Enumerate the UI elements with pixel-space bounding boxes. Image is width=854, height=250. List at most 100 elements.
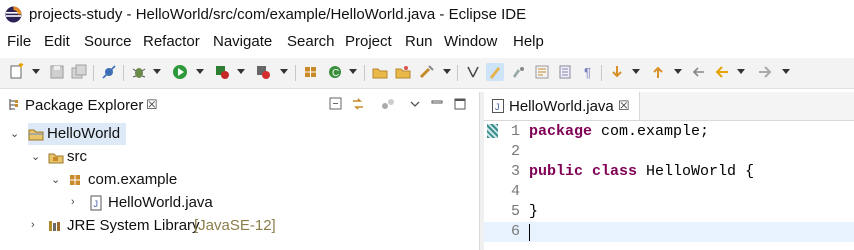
code-line[interactable]: 4 (484, 182, 854, 202)
chevron-down-icon[interactable]: ⌄ (31, 150, 41, 163)
skip-breakpoints-icon[interactable] (100, 63, 118, 81)
debug-icon[interactable] (130, 63, 148, 81)
maximize-icon[interactable] (452, 96, 468, 112)
menu-help[interactable]: Help (513, 33, 544, 50)
svg-text:C: C (332, 68, 339, 79)
save-all-icon[interactable] (70, 63, 88, 81)
new-java-class-icon[interactable]: C (326, 63, 344, 81)
src-label: src (67, 148, 87, 165)
open-type-icon[interactable] (371, 63, 389, 81)
tree-item-file[interactable]: › J HelloWorld.java (0, 192, 478, 214)
chevron-down-icon[interactable]: ⌄ (10, 127, 20, 140)
line-number: 2 (510, 143, 520, 160)
menu-run[interactable]: Run (405, 33, 433, 50)
close-icon[interactable]: ☒ (146, 97, 158, 113)
tree-item-package[interactable]: ⌄ com.example (0, 169, 478, 191)
window-title: projects-study - HelloWorld/src/com/exam… (29, 6, 527, 23)
package-explorer-icon (8, 98, 21, 111)
link-with-editor-icon[interactable] (350, 96, 366, 112)
keyword: package (529, 123, 593, 140)
tree-item-library[interactable]: › JRE System Library [JavaSE-12] (0, 215, 478, 237)
keyword: class (592, 163, 638, 180)
pilcrow-icon[interactable]: ¶ (580, 63, 598, 81)
show-whitespace-icon[interactable] (556, 63, 574, 81)
title-bar: projects-study - HelloWorld/src/com/exam… (0, 0, 854, 30)
code-line[interactable]: 3 public class HelloWorld { (484, 162, 854, 182)
project-folder-icon (28, 126, 44, 142)
menu-navigate[interactable]: Navigate (213, 33, 272, 50)
svg-text:J: J (495, 102, 500, 112)
back-icon[interactable] (713, 63, 731, 81)
line-number: 4 (510, 183, 520, 200)
close-icon[interactable]: ☒ (618, 98, 630, 114)
code-text: package com.example; (529, 123, 710, 140)
tab-helloworld-java[interactable]: J HelloWorld.java ☒ (484, 92, 640, 120)
chevron-down-icon[interactable]: ⌄ (51, 173, 61, 186)
java-file-icon: J (88, 195, 104, 211)
last-edit-location-icon[interactable] (690, 63, 708, 81)
coverage-icon[interactable] (213, 63, 231, 81)
file-label: HelloWorld.java (108, 194, 213, 211)
focus-active-task-icon[interactable] (380, 96, 396, 112)
main-toolbar: C ¶ (0, 58, 854, 89)
new-icon[interactable] (8, 63, 26, 81)
editor-tab-label: HelloWorld.java (509, 98, 614, 115)
package-explorer-tree: ⌄ HelloWorld ⌄ src ⌄ com.example › J Hel… (0, 120, 478, 250)
svg-text:J: J (94, 199, 99, 209)
menu-project[interactable]: Project (345, 33, 392, 50)
line-number: 1 (510, 123, 520, 140)
svg-text:¶: ¶ (584, 65, 591, 80)
block-selection-icon[interactable] (533, 63, 551, 81)
java-file-icon: J (492, 99, 504, 113)
forward-icon[interactable] (756, 63, 774, 81)
code-editor[interactable]: 1 package com.example; 2 3 public class … (484, 121, 854, 250)
tree-item-src[interactable]: ⌄ src (0, 146, 478, 168)
text-caret (529, 224, 530, 241)
package-explorer-header: Package Explorer ☒ (0, 92, 478, 118)
previous-annotation-icon[interactable] (649, 63, 667, 81)
menu-refactor[interactable]: Refactor (143, 33, 200, 50)
chevron-right-icon[interactable]: › (71, 196, 81, 208)
menu-bar: File Edit Source Refactor Navigate Searc… (0, 30, 854, 54)
menu-source[interactable]: Source (84, 33, 132, 50)
run-icon[interactable] (171, 63, 189, 81)
mark-occurrences-icon[interactable] (486, 63, 504, 81)
external-tools-icon[interactable] (254, 63, 272, 81)
open-task-icon[interactable] (394, 63, 412, 81)
package-icon (67, 172, 83, 188)
editor-tab-bar: J HelloWorld.java ☒ (484, 92, 854, 121)
minimize-icon[interactable] (429, 96, 445, 112)
search-icon[interactable] (418, 63, 436, 81)
package-label: com.example (88, 171, 178, 188)
menu-search[interactable]: Search (287, 33, 335, 50)
menu-edit[interactable]: Edit (44, 33, 70, 50)
project-label: HelloWorld (47, 125, 121, 142)
line-number: 3 (510, 163, 520, 180)
toggle-ant-editor-icon[interactable] (464, 63, 482, 81)
code-text: public class HelloWorld { (529, 163, 755, 180)
line-number: 6 (510, 223, 520, 240)
code-line[interactable]: 2 (484, 142, 854, 162)
code-text: } (529, 203, 539, 220)
toggle-breadcrumb-icon[interactable] (510, 63, 528, 81)
code-line[interactable]: 1 package com.example; (484, 122, 854, 142)
menu-file[interactable]: File (7, 33, 31, 50)
current-code-line[interactable]: 6 (484, 222, 854, 242)
library-version-label: [JavaSE-12] (194, 217, 276, 234)
source-folder-icon (48, 149, 64, 165)
library-label: JRE System Library (67, 217, 200, 234)
code-line[interactable]: 5 } (484, 202, 854, 222)
tree-item-project[interactable]: ⌄ HelloWorld (0, 123, 478, 145)
view-menu-icon[interactable] (407, 96, 423, 112)
chevron-right-icon[interactable]: › (31, 219, 41, 231)
line-number: 5 (510, 203, 520, 220)
new-java-package-icon[interactable] (302, 63, 320, 81)
menu-window[interactable]: Window (444, 33, 497, 50)
next-annotation-icon[interactable] (608, 63, 626, 81)
package-explorer-title: Package Explorer (25, 97, 144, 114)
library-icon (47, 218, 63, 234)
save-icon[interactable] (48, 63, 66, 81)
eclipse-logo-icon (5, 6, 22, 23)
keyword: public (529, 163, 584, 180)
collapse-all-icon[interactable] (328, 96, 344, 112)
